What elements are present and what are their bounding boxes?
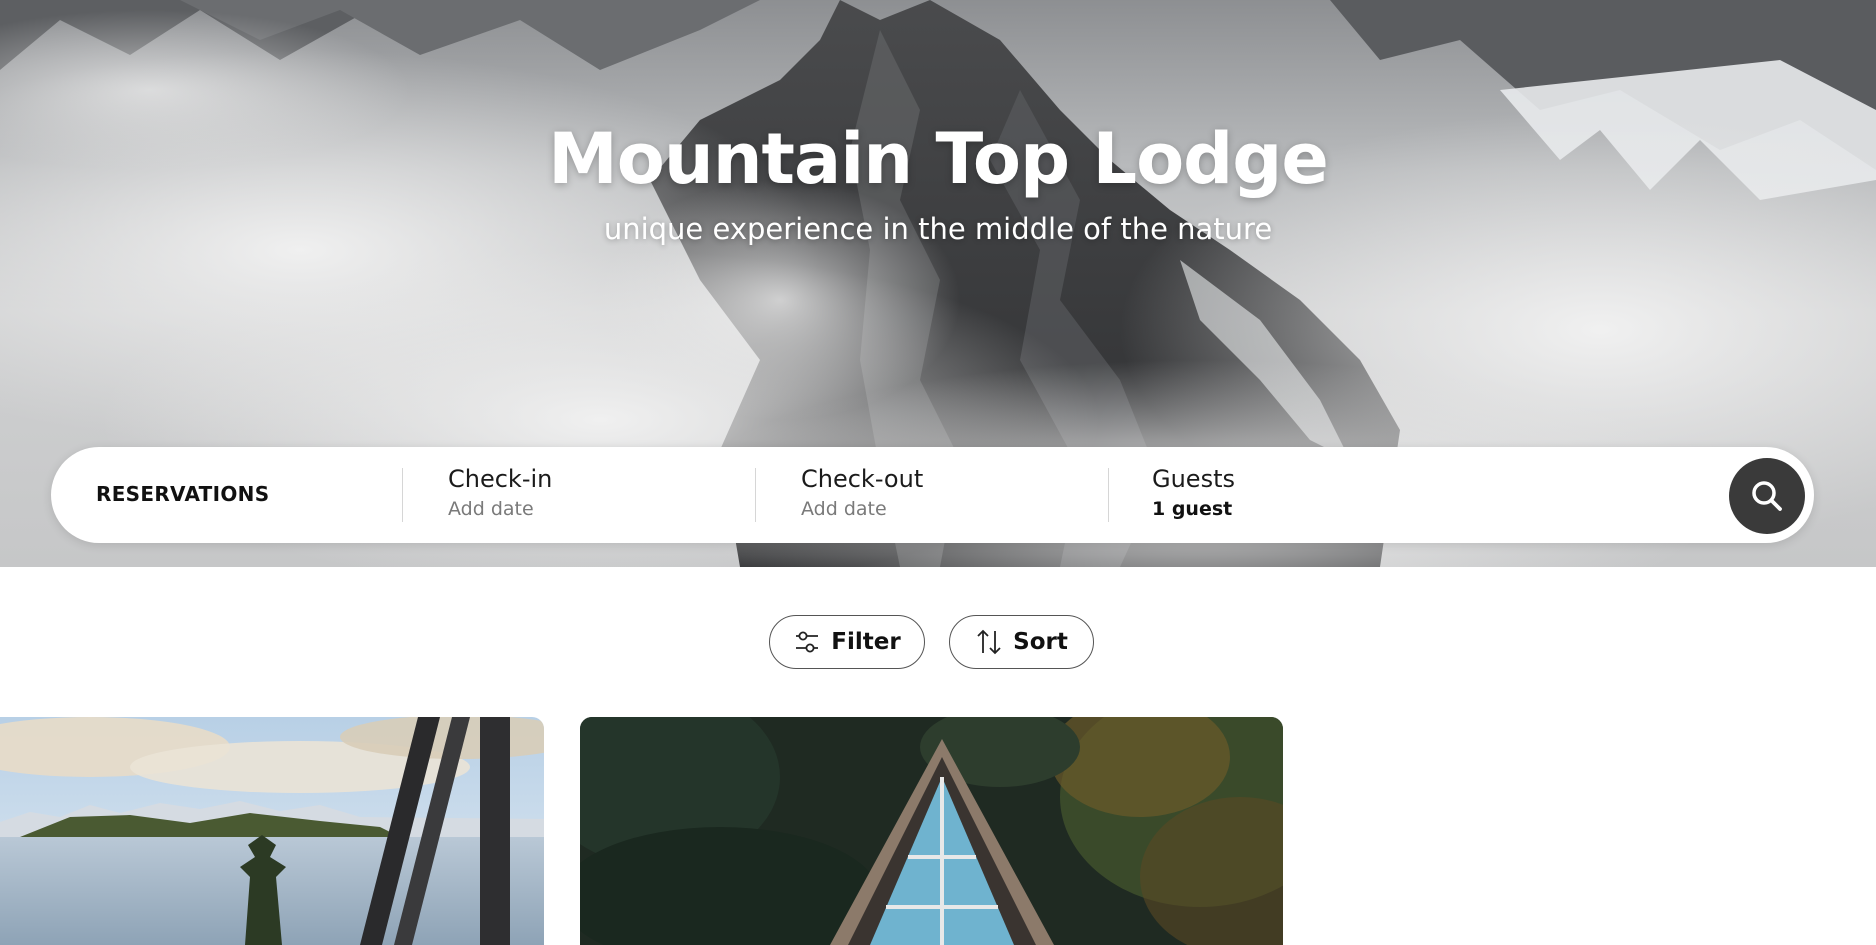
sort-label: Sort [1013,629,1068,655]
guests-label: Guests [1152,465,1235,493]
guests-field[interactable]: Guests 1 guest [1152,465,1235,520]
lodge-card[interactable] [580,717,1283,945]
search-button[interactable] [1729,458,1805,534]
page-title: Mountain Top Lodge [548,118,1329,200]
filter-label: Filter [831,629,901,655]
filter-button[interactable]: Filter [769,615,925,669]
lake-view-image [0,717,544,945]
a-frame-cabin-image [580,717,1283,945]
divider [402,468,403,522]
checkout-label: Check-out [801,465,924,493]
divider [755,468,756,522]
search-icon [1752,481,1782,511]
sort-button[interactable]: Sort [949,615,1094,669]
checkin-field[interactable]: Check-in Add date [448,465,552,520]
page-subtitle: unique experience in the middle of the n… [603,212,1273,246]
reservations-label: RESERVATIONS [96,482,270,506]
checkout-field[interactable]: Check-out Add date [801,465,923,520]
checkin-label: Check-in [448,465,553,493]
sort-arrows-icon [975,627,1003,657]
divider [1108,468,1109,522]
checkin-value: Add date [448,498,534,520]
sliders-icon [793,628,821,656]
guests-value: 1 guest [1152,498,1233,520]
reservation-bar: RESERVATIONS Check-in Add date Check-out… [51,447,1814,543]
checkout-value: Add date [801,498,887,520]
lodge-card[interactable] [0,717,544,945]
